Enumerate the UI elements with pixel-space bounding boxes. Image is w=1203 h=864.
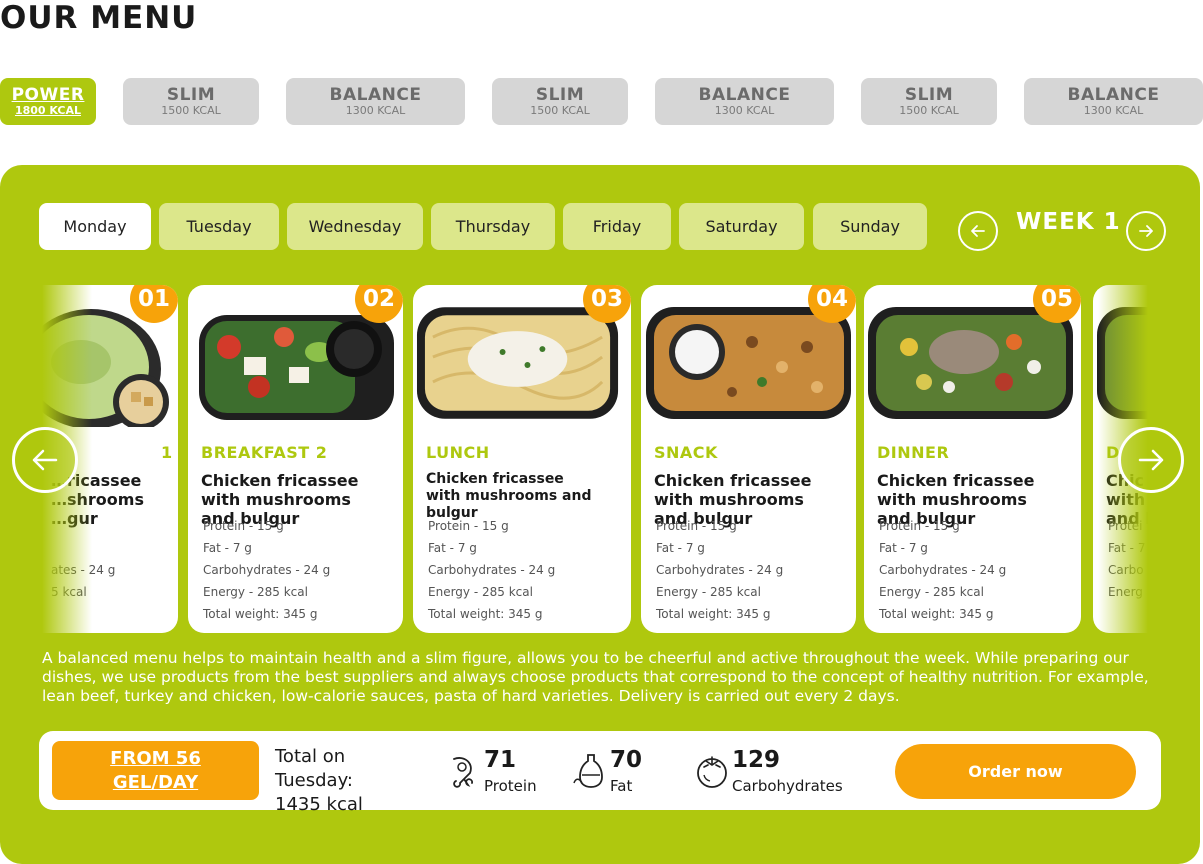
carbs-label: Carbohydrates	[732, 777, 843, 795]
meal-type-label: DINNER	[877, 443, 950, 462]
weight-label: Total weight: 345 g	[428, 607, 543, 621]
carousel-next-button[interactable]	[1118, 427, 1184, 493]
carbs-label: Carbohydrates - 24 g	[656, 563, 784, 577]
price-line-2: GEL/DAY	[112, 772, 199, 793]
energy-label: Energy - 285 kcal	[879, 585, 984, 599]
plan-name: SLIM	[166, 85, 216, 105]
arrow-left-icon	[971, 225, 985, 237]
energy-label: Energ	[1108, 585, 1143, 599]
fat-stat: 70 Fat	[572, 747, 662, 795]
meal-type-label: SNACK	[654, 443, 718, 462]
carbs-stat: 129 Carbohydrates	[694, 747, 874, 795]
day-tab-tuesday[interactable]: Tuesday	[159, 203, 279, 250]
order-now-button[interactable]: Order now	[895, 744, 1136, 799]
week-navigation: WEEK 1	[958, 209, 1168, 251]
menu-panel: Monday Tuesday Wednesday Thursday Friday…	[0, 165, 1200, 864]
carbs-label: ates - 24 g	[51, 563, 116, 577]
weight-label: Total weight: 345 g	[879, 607, 994, 621]
plan-kcal: 1500 KCAL	[899, 104, 959, 117]
plan-kcal: 1500 KCAL	[161, 104, 221, 117]
meat-leg-icon	[453, 757, 473, 788]
carbs-label: Carbo	[1108, 563, 1144, 577]
arrow-right-icon	[1138, 449, 1164, 471]
day-tab-sunday[interactable]: Sunday	[813, 203, 927, 250]
meal-card[interactable]: 03 LUNCH Chicken fricassee with mushroom…	[413, 285, 631, 633]
protein-stat: 71 Protein	[446, 747, 556, 795]
plan-tab-slim[interactable]: SLIM 1500 KCAL	[492, 78, 628, 125]
day-tab-friday[interactable]: Friday	[563, 203, 671, 250]
protein-label: Protei	[1108, 519, 1143, 533]
plan-name: BALANCE	[1067, 85, 1160, 105]
carbs-label: Carbohydrates - 24 g	[203, 563, 331, 577]
protein-label: Protein	[484, 777, 537, 795]
meal-card[interactable]: 02 BREAKFAST 2 Chicken fricassee with mu…	[188, 285, 403, 633]
plan-name: SLIM	[535, 85, 585, 105]
day-tab-thursday[interactable]: Thursday	[431, 203, 555, 250]
plan-tab-balance[interactable]: BALANCE 1300 KCAL	[1024, 78, 1203, 125]
protein-label: Protein - 15 g	[656, 519, 737, 533]
protein-label: Protein - 15 g	[428, 519, 509, 533]
page-title: OUR MENU	[0, 0, 198, 36]
tomato-icon	[697, 756, 727, 788]
plan-name: BALANCE	[698, 85, 791, 105]
plan-name: SLIM	[904, 85, 954, 105]
oil-bottle-icon	[573, 754, 603, 788]
plan-kcal: 1500 KCAL	[530, 104, 590, 117]
carbs-label: Carbohydrates - 24 g	[428, 563, 556, 577]
order-summary-bar: FROM 56 GEL/DAY Total on Tuesday: 1435 k…	[39, 731, 1161, 815]
fat-label: Fat - 7	[1108, 541, 1146, 555]
prev-week-button[interactable]	[958, 211, 998, 251]
meal-carousel: 01 1 …ricassee …shrooms …gur ates - 24 g…	[42, 285, 1148, 633]
fat-label: Fat	[610, 777, 633, 795]
carbs-value: 129	[732, 747, 781, 773]
plan-kcal: 1300 KCAL	[714, 104, 775, 117]
weight-label: Total weight: 345 g	[656, 607, 771, 621]
menu-description: A balanced menu helps to maintain health…	[42, 649, 1149, 705]
energy-label: Energy - 285 kcal	[428, 585, 533, 599]
meal-type-label: BREAKFAST 2	[201, 443, 328, 462]
protein-label: Protein - 15 g	[879, 519, 960, 533]
meal-type-label: LUNCH	[426, 443, 490, 462]
week-label: WEEK 1	[1016, 209, 1121, 235]
plan-name: BALANCE	[329, 85, 422, 105]
plan-tab-balance[interactable]: BALANCE 1300 KCAL	[655, 78, 834, 125]
plan-kcal: 1800 KCAL	[14, 104, 82, 117]
fat-label: Fat - 7 g	[428, 541, 477, 555]
meal-type-label: 1	[161, 443, 173, 462]
carbs-label: Carbohydrates - 24 g	[879, 563, 1007, 577]
meal-title: Chicken fricassee with mushrooms and bul…	[426, 471, 592, 521]
total-kcal-text: Total on Tuesday: 1435 kcal	[275, 746, 363, 815]
price-button[interactable]: FROM 56 GEL/DAY	[52, 741, 259, 800]
arrow-left-icon	[32, 449, 58, 471]
protein-label: Protein - 15 g	[203, 519, 284, 533]
next-week-button[interactable]	[1126, 211, 1166, 251]
fat-label: Fat - 7 g	[203, 541, 252, 555]
energy-label: 5 kcal	[51, 585, 87, 599]
plan-tab-balance[interactable]: BALANCE 1300 KCAL	[286, 78, 465, 125]
fat-label: Fat - 7 g	[879, 541, 928, 555]
carousel-prev-button[interactable]	[12, 427, 78, 493]
weight-label: Total weight: 345 g	[203, 607, 318, 621]
plan-kcal: 1300 KCAL	[1083, 104, 1144, 117]
plan-tab-power[interactable]: POWER 1800 KCAL	[0, 78, 96, 125]
meal-card[interactable]: 04 SNACK Chicken fricassee with mushroom…	[641, 285, 856, 633]
energy-label: Energy - 285 kcal	[656, 585, 761, 599]
plan-tabs: POWER 1800 KCAL SLIM 1500 KCAL BALANCE 1…	[0, 78, 1203, 125]
day-tab-monday[interactable]: Monday	[39, 203, 151, 250]
plan-name: POWER	[11, 85, 85, 105]
day-tab-wednesday[interactable]: Wednesday	[287, 203, 423, 250]
dish-image	[1097, 307, 1148, 419]
plan-tab-slim[interactable]: SLIM 1500 KCAL	[123, 78, 259, 125]
day-tab-saturday[interactable]: Saturday	[679, 203, 804, 250]
plan-tab-slim[interactable]: SLIM 1500 KCAL	[861, 78, 997, 125]
protein-value: 71	[484, 747, 517, 773]
plan-kcal: 1300 KCAL	[345, 104, 406, 117]
meal-card[interactable]: 05 DINNER Chicken fricassee with mushroo…	[864, 285, 1081, 633]
fat-label: Fat - 7 g	[656, 541, 705, 555]
arrow-right-icon	[1139, 225, 1153, 237]
fat-value: 70	[610, 747, 643, 773]
energy-label: Energy - 285 kcal	[203, 585, 308, 599]
price-line-1: FROM 56	[110, 748, 201, 769]
